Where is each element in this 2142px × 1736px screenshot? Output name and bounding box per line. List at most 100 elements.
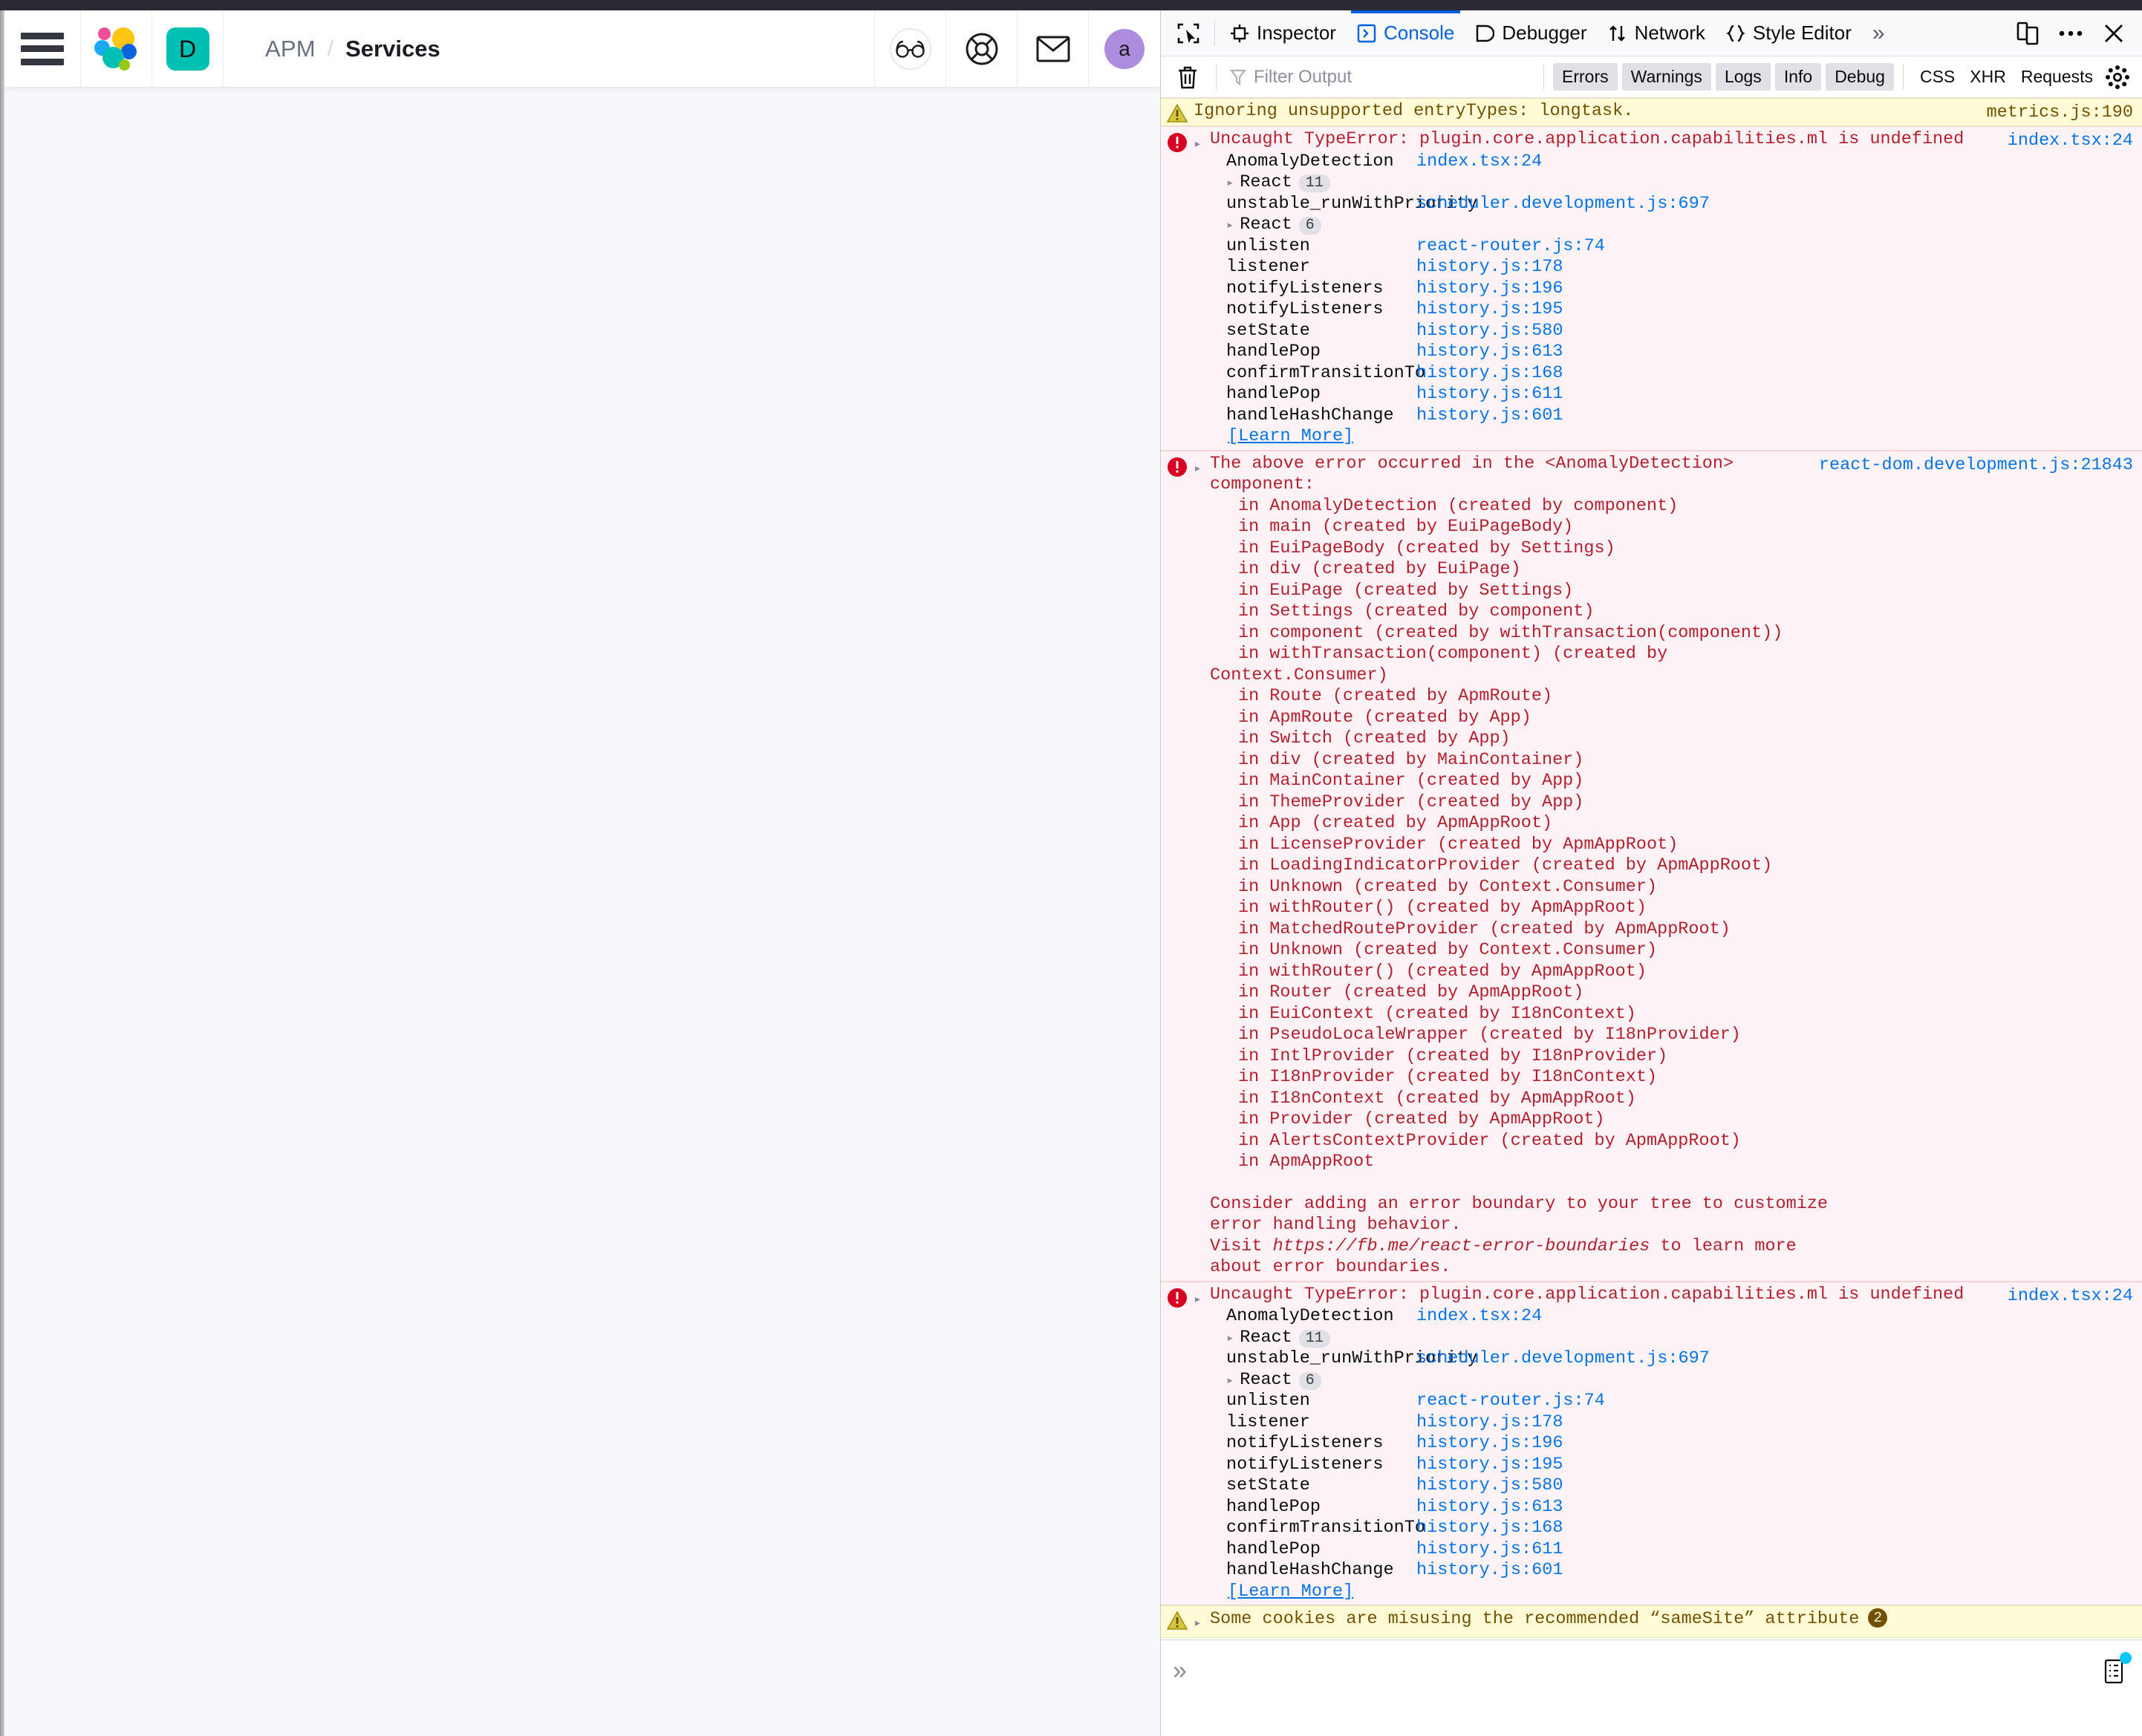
console-message-warning[interactable]: ▸ Some cookies are misusing the recommen…: [1161, 1605, 2142, 1638]
console-message-error[interactable]: ▸ The above error occurred in the <Anoma…: [1161, 450, 2142, 1282]
learn-more-link[interactable]: [Learn More]: [1228, 1582, 1353, 1603]
frame-source[interactable]: history.js:611: [1416, 1539, 1563, 1561]
expand-arrow-icon[interactable]: ▸: [1194, 129, 1210, 448]
tab-console[interactable]: Console: [1347, 10, 1465, 56]
stack-frame[interactable]: handlePop history.js:613: [1226, 1497, 2132, 1518]
frame-source[interactable]: scheduler.development.js:697: [1416, 194, 1710, 215]
stack-frame[interactable]: unlisten react-router.js:74: [1226, 1391, 2132, 1412]
message-location[interactable]: metrics.js:190: [1987, 102, 2133, 124]
frame-source[interactable]: history.js:611: [1416, 384, 1563, 405]
stack-frame-group[interactable]: ▸ React 6: [1226, 215, 2132, 236]
tab-debugger[interactable]: Debugger: [1465, 10, 1597, 56]
stack-frame-group[interactable]: ▸ React 11: [1226, 172, 2132, 194]
stack-frame[interactable]: AnomalyDetection index.tsx:24: [1226, 151, 2132, 173]
elastic-home-link[interactable]: [81, 10, 152, 87]
stack-frame[interactable]: listener history.js:178: [1226, 1412, 2132, 1434]
console-message-warning[interactable]: Ignoring unsupported entryTypes: longtas…: [1161, 98, 2142, 126]
stack-frame-group[interactable]: ▸ React 11: [1226, 1328, 2132, 1349]
stack-frame[interactable]: notifyListeners history.js:196: [1226, 1433, 2132, 1455]
stack-frame[interactable]: notifyListeners history.js:195: [1226, 299, 2132, 321]
console-input-row[interactable]: »: [1161, 1639, 2142, 1702]
frame-source[interactable]: history.js:195: [1416, 299, 1563, 321]
frame-source[interactable]: react-router.js:74: [1416, 236, 1605, 258]
react-error-boundaries-url[interactable]: https://fb.me/react-error-boundaries: [1273, 1236, 1650, 1256]
expand-arrow-icon[interactable]: ▸: [1194, 1608, 1210, 1635]
space-switcher-button[interactable]: D: [152, 10, 224, 87]
responsive-design-mode-button[interactable]: [2008, 16, 2047, 50]
stack-frame[interactable]: handlePop history.js:611: [1226, 1539, 2132, 1561]
message-location[interactable]: react-dom.development.js:21843: [1819, 455, 2133, 477]
frame-source[interactable]: history.js:601: [1416, 405, 1563, 427]
stack-frame[interactable]: AnomalyDetection index.tsx:24: [1226, 1306, 2132, 1328]
stack-frame[interactable]: unlisten react-router.js:74: [1226, 236, 2132, 258]
stack-frame[interactable]: unstable_runWithPriority scheduler.develo…: [1226, 1348, 2132, 1370]
filter-input-wrapper[interactable]: Filter Output: [1225, 67, 1352, 88]
filter-debug-toggle[interactable]: Debug: [1826, 63, 1894, 91]
tab-inspector[interactable]: Inspector: [1220, 10, 1347, 56]
message-location[interactable]: index.tsx:24: [2008, 131, 2133, 152]
stack-frame[interactable]: handlePop history.js:613: [1226, 342, 2132, 363]
console-output[interactable]: Ignoring unsupported entryTypes: longtas…: [1161, 98, 2142, 1639]
element-picker-button[interactable]: [1167, 16, 1210, 50]
filter-logs-toggle[interactable]: Logs: [1715, 63, 1771, 91]
console-message-log[interactable]: Reporting application changed to undefin…: [1161, 1637, 2142, 1639]
observability-tour-button[interactable]: [875, 10, 946, 87]
frame-source[interactable]: history.js:168: [1416, 1518, 1563, 1539]
stack-frame[interactable]: unstable_runWithPriority scheduler.develo…: [1226, 194, 2132, 215]
frame-source[interactable]: history.js:580: [1416, 321, 1563, 342]
frame-source[interactable]: history.js:196: [1416, 1433, 1563, 1455]
learn-more-link[interactable]: [Learn More]: [1228, 426, 1353, 448]
stack-frame[interactable]: confirmTransitionTo history.js:168: [1226, 1518, 2132, 1539]
frame-source[interactable]: history.js:195: [1416, 1455, 1563, 1476]
news-feed-button[interactable]: [1018, 10, 1089, 87]
stack-frame-group[interactable]: ▸ React 6: [1226, 1370, 2132, 1391]
stack-frame[interactable]: handleHashChange history.js:601: [1226, 405, 2132, 427]
help-button[interactable]: [946, 10, 1018, 87]
frame-source[interactable]: history.js:168: [1416, 363, 1563, 385]
devtools-overflow-tabs-button[interactable]: »: [1862, 21, 1895, 46]
stack-frame[interactable]: handlePop history.js:611: [1226, 384, 2132, 405]
user-menu-button[interactable]: a: [1089, 10, 1160, 87]
close-devtools-button[interactable]: [2094, 16, 2133, 50]
error-boundary-hint: Consider adding an error boundary to you…: [1210, 1194, 2132, 1279]
console-message-error[interactable]: ▸ Uncaught TypeError: plugin.core.applic…: [1161, 1281, 2142, 1605]
tab-network[interactable]: Network: [1598, 10, 1716, 56]
filter-errors-toggle[interactable]: Errors: [1553, 63, 1618, 91]
tab-style-editor[interactable]: Style Editor: [1716, 10, 1862, 56]
filter-xhr-toggle[interactable]: XHR: [1962, 63, 2014, 91]
frame-source[interactable]: history.js:601: [1416, 1560, 1563, 1582]
filter-warnings-toggle[interactable]: Warnings: [1621, 63, 1711, 91]
stack-frame[interactable]: notifyListeners history.js:196: [1226, 278, 2132, 300]
frame-source[interactable]: scheduler.development.js:697: [1416, 1348, 1710, 1370]
stack-frame[interactable]: setState history.js:580: [1226, 321, 2132, 342]
stack-frame[interactable]: setState history.js:580: [1226, 1475, 2132, 1497]
frame-source[interactable]: history.js:613: [1416, 1497, 1563, 1518]
message-location[interactable]: index.tsx:24: [2008, 1286, 2133, 1308]
expand-arrow-icon[interactable]: ▸: [1194, 454, 1210, 1279]
stack-frame[interactable]: listener history.js:178: [1226, 257, 2132, 278]
frame-source[interactable]: index.tsx:24: [1416, 1306, 1542, 1328]
frame-source[interactable]: history.js:580: [1416, 1475, 1563, 1497]
frame-source[interactable]: index.tsx:24: [1416, 151, 1542, 173]
breadcrumb-item-services[interactable]: Services: [345, 36, 440, 62]
frame-source[interactable]: react-router.js:74: [1416, 1391, 1605, 1412]
frame-source[interactable]: history.js:178: [1416, 1412, 1563, 1434]
breadcrumb-item-apm[interactable]: APM: [265, 36, 316, 62]
frame-source[interactable]: history.js:613: [1416, 342, 1563, 363]
clear-console-button[interactable]: [1168, 62, 1207, 93]
filter-requests-toggle[interactable]: Requests: [2014, 63, 2100, 91]
nav-menu-button[interactable]: [4, 10, 81, 87]
filter-info-toggle[interactable]: Info: [1774, 63, 1822, 91]
console-settings-button[interactable]: [2100, 65, 2135, 89]
stack-frame[interactable]: handleHashChange history.js:601: [1226, 1560, 2132, 1582]
filter-css-toggle[interactable]: CSS: [1912, 63, 1962, 91]
open-editor-mode-button[interactable]: [2097, 1651, 2132, 1691]
frame-source[interactable]: history.js:196: [1416, 278, 1563, 300]
frame-source[interactable]: history.js:178: [1416, 257, 1563, 278]
devtools-settings-menu-button[interactable]: [2051, 16, 2090, 50]
stack-frame[interactable]: confirmTransitionTo history.js:168: [1226, 363, 2132, 385]
stack-frame[interactable]: notifyListeners history.js:195: [1226, 1455, 2132, 1476]
console-message-error[interactable]: ▸ Uncaught TypeError: plugin.core.applic…: [1161, 126, 2142, 451]
expand-arrow-icon[interactable]: ▸: [1194, 1285, 1210, 1603]
filter-input[interactable]: Filter Output: [1254, 67, 1352, 88]
